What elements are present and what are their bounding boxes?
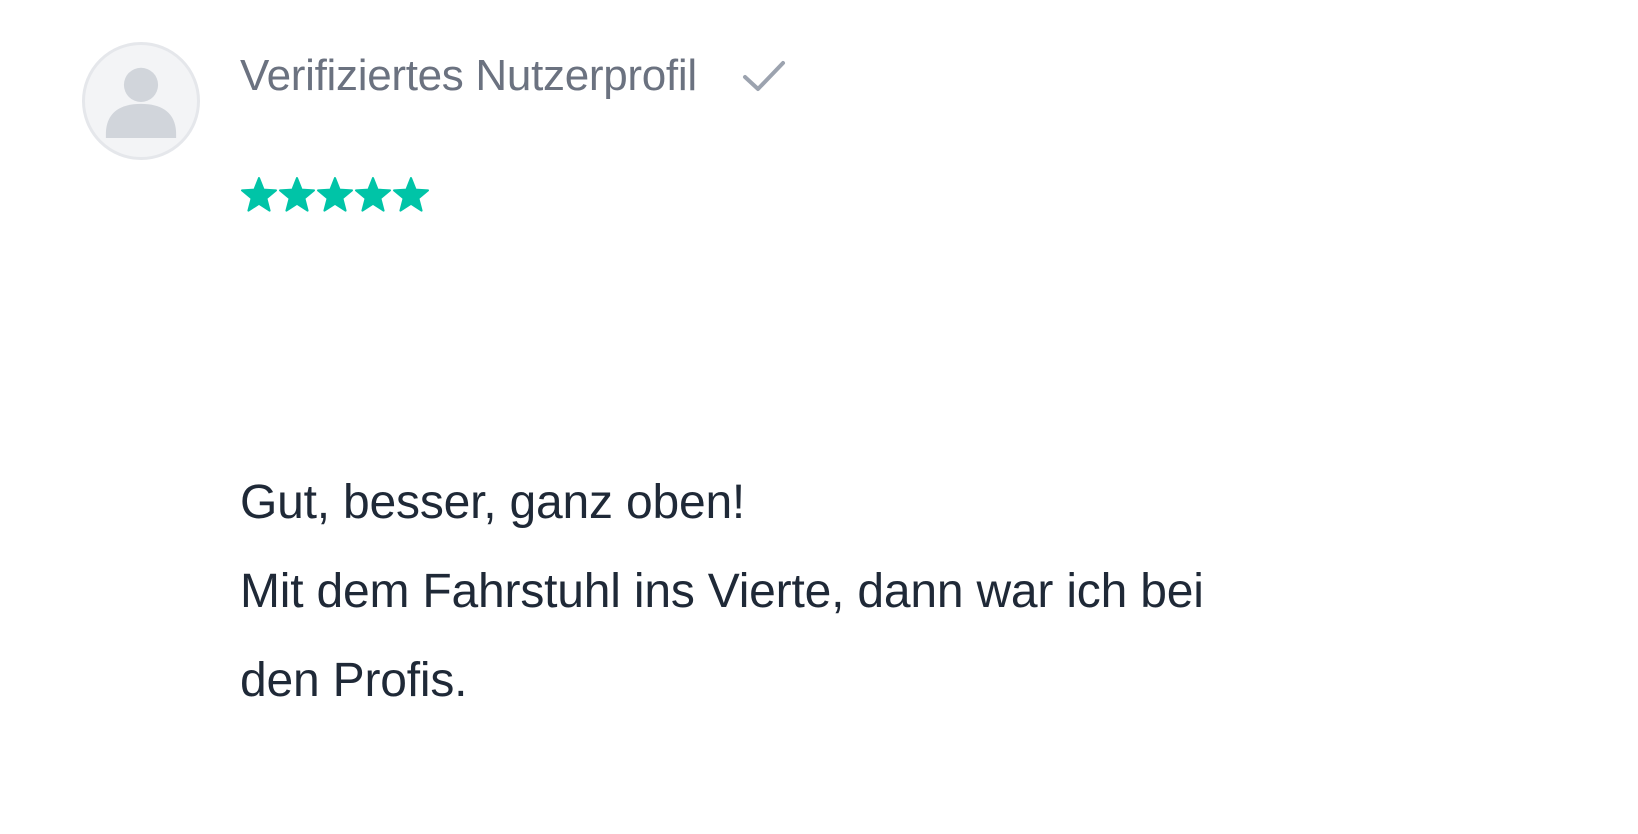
review-text-line: den Profis.: [240, 654, 468, 707]
star-icon: [354, 174, 392, 216]
author-name: Verifiziertes Nutzerprofil: [240, 51, 697, 100]
star-icon: [316, 174, 354, 216]
review-text-line: Gut, besser, ganz oben!: [240, 476, 746, 529]
star-icon: [240, 174, 278, 216]
avatar: [82, 42, 200, 160]
author-row: Verifiziertes Nutzerprofil: [240, 44, 789, 108]
star-rating: [240, 174, 430, 216]
user-avatar-placeholder-icon: [105, 67, 177, 139]
review-text: Gut, besser, ganz oben! Mit dem Fahrstuh…: [240, 458, 1570, 725]
review-card: Verifiziertes Nutzerprofil Gut, besser, …: [0, 0, 1638, 834]
star-icon: [392, 174, 430, 216]
review-text-line: Mit dem Fahrstuhl ins Vierte, dann war i…: [240, 565, 1204, 618]
star-icon: [278, 174, 316, 216]
checkmark-icon: [739, 51, 789, 101]
